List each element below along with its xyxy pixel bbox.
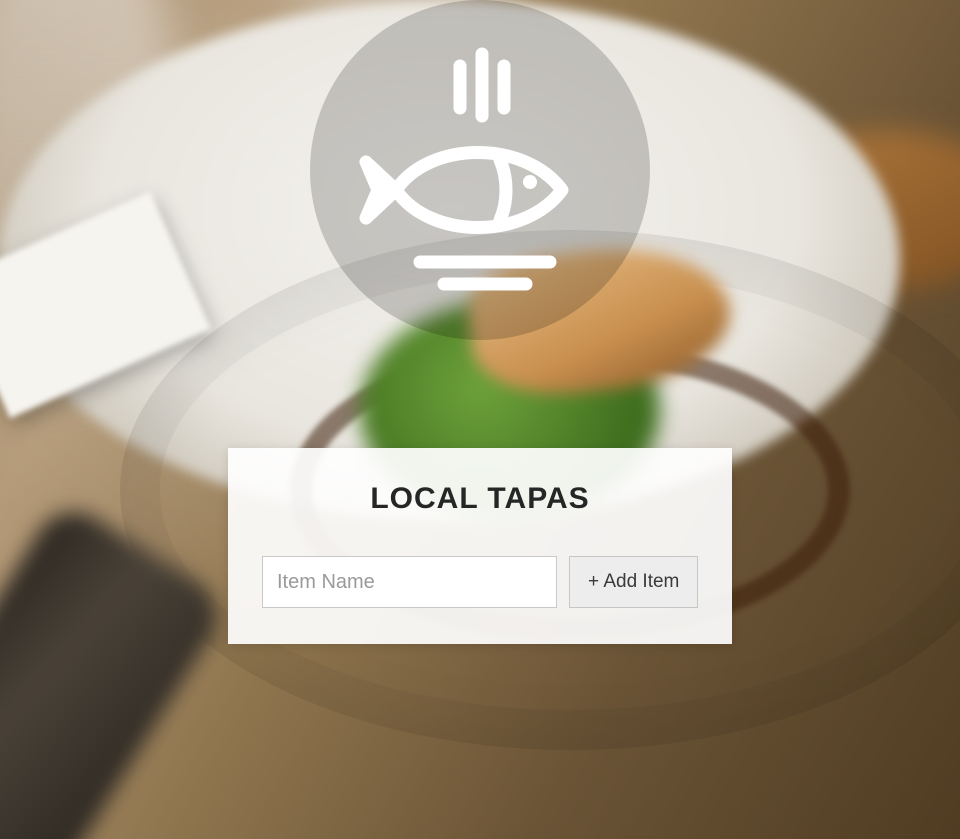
hero-background: LOCAL TAPAS + Add Item: [0, 0, 960, 839]
add-item-form: + Add Item: [262, 556, 698, 608]
panel-title: LOCAL TAPAS: [262, 482, 698, 516]
add-item-panel: LOCAL TAPAS + Add Item: [228, 448, 732, 644]
item-name-input[interactable]: [262, 556, 557, 608]
fish-steam-icon: [350, 40, 610, 300]
logo-circle: [310, 0, 650, 340]
add-item-button[interactable]: + Add Item: [569, 556, 698, 608]
